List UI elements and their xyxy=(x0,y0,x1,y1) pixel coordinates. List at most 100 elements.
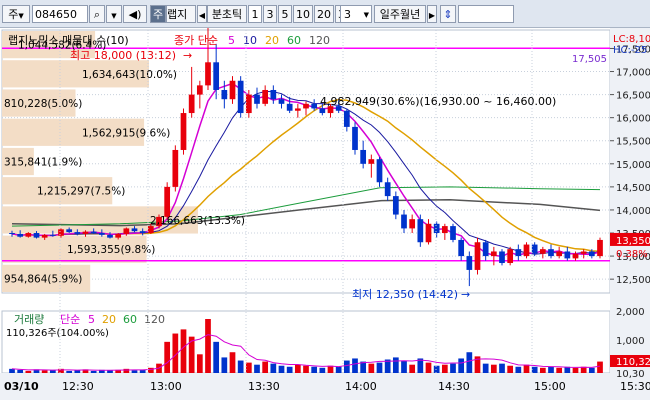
left-arrow-icon: ◀ xyxy=(198,11,206,20)
volume-bar xyxy=(123,368,130,373)
volume-axis-label: 10,30 xyxy=(616,369,645,380)
stock-info-button[interactable]: ▼ xyxy=(106,5,122,23)
ma-legend-10[interactable]: 10 xyxy=(243,34,257,47)
candle-body xyxy=(196,85,203,95)
volume-ma-legend-60[interactable]: 60 xyxy=(123,313,137,326)
ma-legend-5[interactable]: 5 xyxy=(228,34,235,47)
time-axis-label: 13:00 xyxy=(150,380,182,393)
period-button-20[interactable]: 20 xyxy=(314,5,334,23)
candle-body xyxy=(147,226,154,234)
period-button-3[interactable]: 3 xyxy=(263,5,277,23)
volume-bar xyxy=(74,370,81,373)
candle-body xyxy=(74,232,81,234)
chevron-down-icon: ▼ xyxy=(363,11,369,19)
time-axis-label: 15:30 xyxy=(620,380,650,393)
count-select[interactable]: 3 ▼ xyxy=(340,5,372,23)
volume-bar xyxy=(401,360,407,373)
volume-bar xyxy=(237,360,244,373)
period-button-5[interactable]: 5 xyxy=(278,5,292,23)
price-axis-label: 12,500 xyxy=(616,275,650,286)
volume-bar xyxy=(245,362,252,373)
chevron-down-icon: ▼ xyxy=(18,12,24,20)
sync-button[interactable]: ⇕ xyxy=(440,5,456,23)
stock-type-label[interactable]: 주 xyxy=(150,5,166,23)
ma-legend-20[interactable]: 20 xyxy=(265,34,279,47)
volume-profile-label: 1,593,355(9.8%) xyxy=(67,244,155,256)
range-label: 4,982,949(30.6%)(16,930.00 ~ 16,460.00) xyxy=(320,95,556,108)
period-button-10[interactable]: 10 xyxy=(293,5,313,23)
volume-bar xyxy=(278,365,285,373)
stock-name-field: 랩지 xyxy=(166,5,196,23)
price-axis-label: 14,500 xyxy=(616,183,650,194)
candle-body xyxy=(33,233,40,238)
candle-body xyxy=(384,182,391,197)
volume-bar xyxy=(319,367,326,373)
chevron-down-icon: ▼ xyxy=(111,12,117,20)
candle-body xyxy=(409,219,416,229)
ma-legend-120[interactable]: 120 xyxy=(309,34,330,47)
price-axis-label: 16,500 xyxy=(616,91,650,102)
period-button-1[interactable]: 1 xyxy=(248,5,262,23)
range-next-button[interactable]: ▶ xyxy=(427,5,437,23)
range-tabs[interactable]: 일주월년 xyxy=(374,5,426,23)
stock-chart[interactable]: 17,50017,00016,50016,00015,50015,00014,5… xyxy=(0,28,650,400)
candle-body xyxy=(123,228,130,234)
candle-body xyxy=(98,233,105,235)
volume-axis-label: 2,000 xyxy=(616,307,645,318)
stock-code-input[interactable]: 084650 xyxy=(32,5,88,23)
candle-body xyxy=(392,196,399,215)
memo-input[interactable] xyxy=(458,5,514,23)
candle-body xyxy=(450,226,456,240)
volume-bar xyxy=(213,341,220,373)
low-label: 최저 12,350 (14:42) xyxy=(352,288,458,301)
volume-bar xyxy=(433,365,440,373)
candle-body xyxy=(556,251,563,257)
volume-ma-legend-20[interactable]: 20 xyxy=(102,313,116,326)
volume-bar xyxy=(515,366,522,373)
volume-ma-legend-5[interactable]: 5 xyxy=(88,313,95,326)
candle-body xyxy=(303,103,309,109)
volume-bar xyxy=(531,366,538,373)
ma-legend-60[interactable]: 60 xyxy=(287,34,301,47)
volume-bar xyxy=(9,368,15,373)
candle-body xyxy=(294,108,301,111)
volume-bar xyxy=(17,369,24,373)
volume-bar xyxy=(425,362,432,373)
candle-body xyxy=(229,80,236,100)
price-axis-label: 17,000 xyxy=(616,68,650,79)
volume-info: 110,326주(104.00%) xyxy=(6,328,109,339)
divide-tab[interactable]: 분초틱 xyxy=(207,5,247,23)
time-axis-label: 15:00 xyxy=(534,380,566,393)
candle-body xyxy=(49,234,56,236)
candle-body xyxy=(58,229,64,236)
volume-profile-label: 1,215,297(7.5%) xyxy=(37,186,125,198)
high-label: 최고 18,000 (13:12) xyxy=(70,49,176,62)
market-select[interactable]: 주▼ xyxy=(2,5,30,23)
volume-current-text: 110,32 xyxy=(616,357,650,368)
candle-body xyxy=(441,226,448,234)
speaker-button[interactable]: ◀) xyxy=(123,5,147,23)
candle-body xyxy=(376,159,383,183)
speaker-icon: ◀) xyxy=(128,8,142,21)
volume-bar xyxy=(327,365,334,373)
candle-body xyxy=(311,103,318,109)
candle-body xyxy=(205,62,211,86)
price-axis-label: 15,000 xyxy=(616,160,650,171)
candle-body xyxy=(278,99,285,104)
price-axis-label: 15,500 xyxy=(616,137,650,148)
candle-body xyxy=(115,233,122,238)
candle-body xyxy=(352,126,358,150)
candle-body xyxy=(17,233,24,237)
search-button[interactable]: ⌕ xyxy=(89,5,105,23)
candle-body xyxy=(482,242,489,257)
candle-body xyxy=(572,253,579,259)
volume-bar xyxy=(556,367,563,373)
candle-body xyxy=(90,231,97,234)
volume-ma-legend-120[interactable]: 120 xyxy=(144,313,165,326)
volume-bar xyxy=(539,367,546,373)
volume-bar xyxy=(286,366,293,373)
prev-button[interactable]: ◀ xyxy=(197,5,207,23)
volume-profile-label: 315,841(1.9%) xyxy=(4,157,82,169)
volume-bar xyxy=(588,367,595,373)
candle-body xyxy=(262,89,269,104)
